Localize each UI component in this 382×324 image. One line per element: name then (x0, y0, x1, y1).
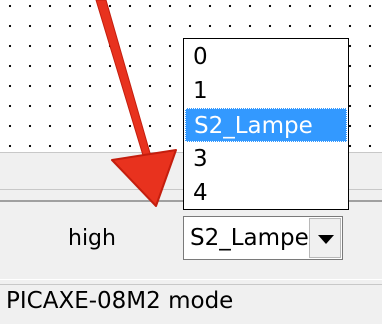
status-mode-text: PICAXE-08M2 mode (6, 288, 234, 314)
dropdown-option[interactable]: 4 (185, 176, 347, 210)
dropdown-option[interactable]: 0 (185, 40, 347, 74)
dropdown-option[interactable]: 1 (185, 74, 347, 108)
dropdown-option[interactable]: 3 (185, 142, 347, 176)
chevron-down-icon (318, 235, 334, 244)
dropdown-option-selected[interactable]: S2_Lampe (185, 108, 347, 142)
status-bar: PICAXE-08M2 mode (0, 284, 382, 324)
variable-select[interactable]: S2_Lampe (183, 216, 343, 260)
pin-state-label: high (68, 226, 116, 251)
dropdown-button[interactable] (309, 218, 341, 258)
dropdown-list[interactable]: 0 1 S2_Lampe 3 4 (183, 38, 349, 210)
variable-select-value: S2_Lampe (190, 225, 308, 251)
